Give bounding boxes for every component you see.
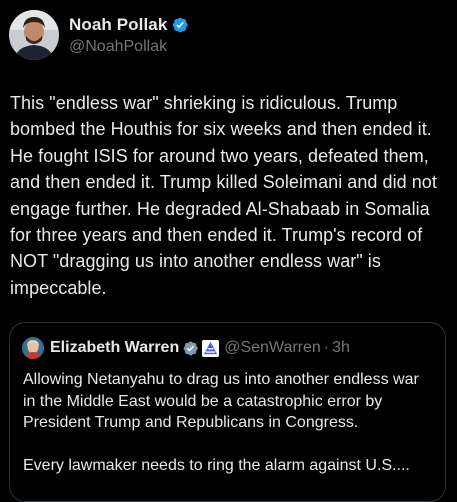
quoted-author-display-name[interactable]: Elizabeth Warren bbox=[50, 339, 179, 357]
quoted-tweet-text: Allowing Netanyahu to drag us into anoth… bbox=[23, 369, 435, 476]
author-name-row: Noah Pollak bbox=[69, 14, 189, 36]
quoted-author-handle[interactable]: @SenWarren bbox=[224, 339, 321, 357]
verified-badge-icon bbox=[173, 17, 189, 33]
tweet-text: This "endless war" shrieking is ridiculo… bbox=[10, 93, 437, 298]
person-avatar-icon bbox=[22, 337, 44, 359]
tweet-header: Noah Pollak @NoahPollak bbox=[9, 9, 189, 61]
author-avatar[interactable] bbox=[9, 10, 59, 60]
government-badge-icon bbox=[202, 339, 220, 357]
author-handle[interactable]: @NoahPollak bbox=[69, 38, 189, 56]
quoted-tweet-paragraph: Allowing Netanyahu to drag us into anoth… bbox=[23, 371, 419, 432]
person-avatar-icon bbox=[9, 10, 59, 60]
separator-dot: · bbox=[323, 339, 330, 356]
verified-badge-icon bbox=[183, 341, 198, 355]
quoted-tweet-paragraph: Every lawmaker needs to ring the alarm a… bbox=[23, 456, 410, 474]
author-names: Noah Pollak @NoahPollak bbox=[69, 14, 189, 56]
quoted-author-avatar[interactable] bbox=[22, 337, 44, 359]
author-display-name[interactable]: Noah Pollak bbox=[69, 15, 167, 35]
quoted-tweet-header: Elizabeth Warren @SenWarren · 3h bbox=[22, 336, 350, 360]
quoted-tweet-timestamp[interactable]: 3h bbox=[332, 339, 350, 357]
tweet-card: Noah Pollak @NoahPollak This "endless wa… bbox=[0, 0, 457, 502]
quoted-tweet[interactable]: Elizabeth Warren @SenWarren · 3h Allowin… bbox=[9, 322, 446, 502]
